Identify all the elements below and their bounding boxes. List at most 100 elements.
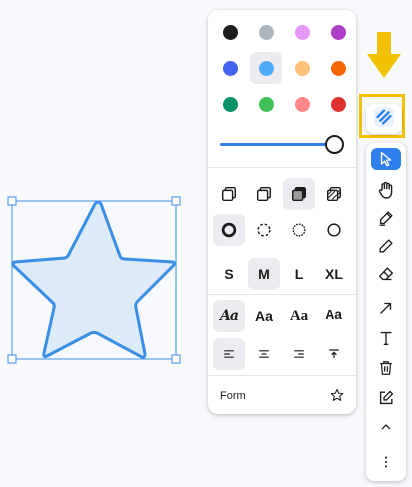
resize-handle-top-left[interactable] <box>7 196 17 206</box>
pencil-icon <box>377 237 395 255</box>
color-dot <box>330 60 346 76</box>
color-swatch-light-blue[interactable] <box>250 52 282 84</box>
more-vertical-tool[interactable] <box>371 448 401 476</box>
style-panel: S M L XL Aa Aa Aa Aa Form <box>208 10 356 414</box>
hand-tool[interactable] <box>371 176 401 204</box>
color-dot <box>330 24 346 40</box>
color-dot <box>258 60 274 76</box>
font-option-mono[interactable]: Aa <box>318 300 350 332</box>
align-left-icon <box>221 346 237 362</box>
divider <box>208 294 356 295</box>
dash-option-3[interactable] <box>318 214 350 246</box>
resize-handle-bottom-left[interactable] <box>7 354 17 364</box>
arrow-icon <box>377 299 395 317</box>
opacity-slider-track[interactable] <box>220 143 336 146</box>
dash-option-1[interactable] <box>248 214 280 246</box>
opacity-slider[interactable] <box>220 134 344 154</box>
resize-handle-bottom-right[interactable] <box>171 354 181 364</box>
color-swatch-red[interactable] <box>322 88 354 120</box>
color-dot <box>294 96 310 112</box>
form-picker[interactable]: Form <box>208 382 356 410</box>
canvas-star-shape[interactable] <box>0 0 200 380</box>
opacity-slider-thumb[interactable] <box>325 135 344 154</box>
fill-option-1[interactable] <box>248 178 280 210</box>
chevron-up-icon <box>378 419 394 435</box>
font-option-sans[interactable]: Aa <box>248 300 280 332</box>
size-option-xl[interactable]: XL <box>318 258 350 290</box>
align-option-3[interactable] <box>318 338 350 370</box>
align-option-2[interactable] <box>283 338 315 370</box>
color-swatch-green[interactable] <box>214 88 246 120</box>
dash-dotted-icon <box>290 221 308 239</box>
eraser-tool[interactable] <box>371 260 401 288</box>
color-dot <box>330 96 346 112</box>
trash-icon <box>377 359 395 377</box>
text-icon <box>377 329 395 347</box>
align-option-1[interactable] <box>248 338 280 370</box>
fill-pattern-icon <box>325 185 343 203</box>
fill-option-3[interactable] <box>318 178 350 210</box>
dash-draw-icon <box>220 221 238 239</box>
form-label: Form <box>220 390 246 402</box>
fill-solid-icon <box>290 185 308 203</box>
fill-option-2[interactable] <box>283 178 315 210</box>
size-option-l[interactable]: L <box>283 258 315 290</box>
dash-option-2[interactable] <box>283 214 315 246</box>
toolbar <box>366 143 406 481</box>
star-shape[interactable] <box>11 200 176 359</box>
color-swatch-black[interactable] <box>214 16 246 48</box>
align-center-icon <box>256 346 272 362</box>
style-button[interactable] <box>366 104 402 134</box>
color-swatch-light-red[interactable] <box>286 88 318 120</box>
dash-solid-icon <box>325 221 343 239</box>
select-cursor-tool[interactable] <box>371 148 401 170</box>
hand-icon <box>376 180 396 200</box>
color-swatch-yellow[interactable] <box>286 52 318 84</box>
edit-note-tool[interactable] <box>371 384 401 412</box>
star-outline-icon[interactable] <box>330 388 344 405</box>
more-vertical-icon <box>378 454 394 470</box>
dash-option-0[interactable] <box>213 214 245 246</box>
color-swatch-orange[interactable] <box>322 52 354 84</box>
font-option-serif[interactable]: Aa <box>283 300 315 332</box>
edit-note-icon <box>377 389 395 407</box>
align-option-0[interactable] <box>213 338 245 370</box>
divider <box>208 167 356 168</box>
color-palette <box>212 14 352 122</box>
fill-option-0[interactable] <box>213 178 245 210</box>
align-right-icon <box>291 346 307 362</box>
color-swatch-violet[interactable] <box>322 16 354 48</box>
color-dot <box>222 24 238 40</box>
dash-dashed-icon <box>255 221 273 239</box>
align-options <box>212 336 352 372</box>
color-dot <box>258 96 274 112</box>
font-option-draw[interactable]: Aa <box>213 300 245 332</box>
size-options: S M L XL <box>212 256 352 292</box>
arrow-down-icon <box>367 32 401 78</box>
align-top-icon <box>326 346 342 362</box>
color-swatch-light-violet[interactable] <box>286 16 318 48</box>
color-dot <box>294 24 310 40</box>
text-tool[interactable] <box>371 324 401 352</box>
pencil-tool[interactable] <box>371 232 401 260</box>
trash-tool[interactable] <box>371 354 401 382</box>
draw-pen-tool[interactable] <box>371 204 401 232</box>
draw-pen-icon <box>377 209 395 227</box>
color-swatch-grey[interactable] <box>250 16 282 48</box>
fill-options <box>212 176 352 212</box>
style-brush-icon <box>373 106 395 133</box>
size-option-m[interactable]: M <box>248 258 280 290</box>
color-dot <box>258 24 274 40</box>
fill-none-icon <box>220 185 238 203</box>
color-swatch-light-green[interactable] <box>250 88 282 120</box>
color-dot <box>294 60 310 76</box>
size-option-s[interactable]: S <box>213 258 245 290</box>
color-swatch-blue[interactable] <box>214 52 246 84</box>
color-dot <box>222 60 238 76</box>
font-options: Aa Aa Aa Aa <box>212 298 352 334</box>
eraser-icon <box>377 265 395 283</box>
fill-semi-icon <box>255 185 273 203</box>
chevron-up-tool[interactable] <box>371 413 401 441</box>
arrow-tool[interactable] <box>371 294 401 322</box>
resize-handle-top-right[interactable] <box>171 196 181 206</box>
